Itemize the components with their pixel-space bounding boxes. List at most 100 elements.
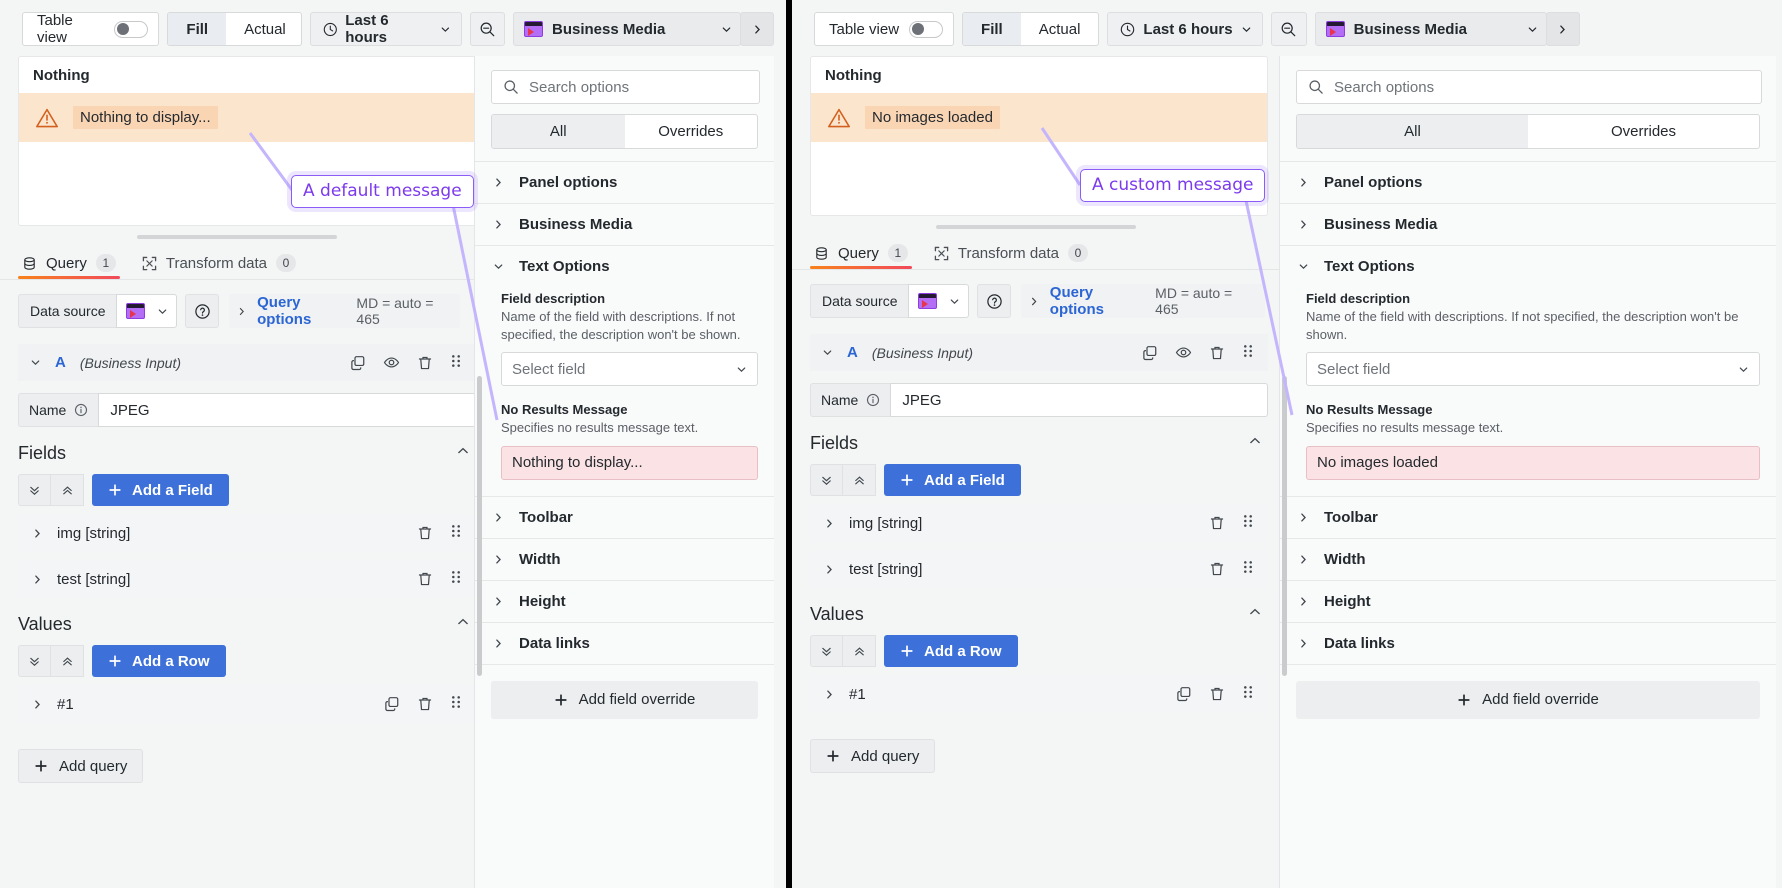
values-buttons: Add a Row [18,645,476,677]
panel-resizer[interactable] [792,216,1279,233]
fields-collapse-button[interactable] [456,444,476,463]
drag-handle-icon[interactable] [450,694,464,714]
data-source-help-button[interactable] [185,294,219,328]
options-scrollbar[interactable] [477,376,482,676]
time-range-picker[interactable]: Last 6 hours [310,12,462,46]
field-description-select[interactable]: Select field [501,352,758,386]
search-options-field[interactable]: Search options [491,70,760,104]
values-expand-all-button[interactable] [18,645,51,677]
trash-icon[interactable] [417,355,433,371]
add-a-field-button[interactable]: Add a Field [92,474,229,506]
table-view-toggle[interactable]: Table view [22,12,159,46]
add-query-button[interactable]: Add query [810,739,935,773]
values-collapse-button[interactable] [456,615,476,634]
data-source-select[interactable] [116,294,177,328]
duplicate-icon[interactable] [384,696,400,712]
fields-collapse-all-button[interactable] [51,474,84,506]
query-name-input[interactable] [890,383,1268,417]
chevron-up-icon [1248,605,1262,619]
fill-button[interactable]: Fill [168,13,226,45]
no-results-message-input[interactable]: No images loaded [1306,446,1760,480]
panel-resizer[interactable] [0,226,474,243]
fields-collapse-all-button[interactable] [843,464,876,496]
fill-actual-segment[interactable]: Fill Actual [167,12,301,46]
zoom-out-button[interactable] [470,12,505,46]
chevron-right-icon [824,689,835,700]
duplicate-icon[interactable] [1142,345,1158,361]
query-editor-header[interactable]: A (Business Input) [810,334,1268,371]
eye-icon[interactable] [383,354,400,371]
viz-picker-next-button[interactable] [1546,12,1580,46]
tab-query[interactable]: Query 1 [814,244,908,269]
drag-handle-icon[interactable] [450,523,464,543]
tab-query[interactable]: Query 1 [22,254,116,279]
field-description-select[interactable]: Select field [1306,352,1760,386]
viz-picker[interactable]: Business Media [513,12,741,46]
values-collapse-all-button[interactable] [51,645,84,677]
fields-expand-all-button[interactable] [18,474,51,506]
table-row[interactable]: test [string] [810,550,1268,588]
duplicate-icon[interactable] [350,355,366,371]
add-a-field-button[interactable]: Add a Field [884,464,1021,496]
table-view-toggle[interactable]: Table view [814,12,954,46]
values-collapse-all-button[interactable] [843,635,876,667]
query-name-input[interactable] [98,393,476,427]
options-scrollbar[interactable] [1282,376,1287,676]
fill-button[interactable]: Fill [963,13,1021,45]
trash-icon[interactable] [1209,686,1225,702]
tab-all[interactable]: All [1297,115,1528,148]
add-field-override-button[interactable]: Add field override [1296,681,1760,719]
table-row[interactable]: #1 [18,685,476,723]
table-row[interactable]: img [string] [18,514,476,552]
drag-handle-icon[interactable] [1242,343,1256,362]
tab-transform-data[interactable]: Transform data 0 [142,254,296,279]
zoom-out-button[interactable] [1271,12,1307,46]
fields-expand-all-button[interactable] [810,464,843,496]
actual-button[interactable]: Actual [226,13,302,45]
table-row[interactable]: test [string] [18,560,476,598]
add-query-button[interactable]: Add query [18,749,143,783]
tab-transform-data[interactable]: Transform data 0 [934,244,1088,269]
trash-icon[interactable] [417,696,433,712]
fields-section-header: Fields [18,443,476,464]
query-editor-header[interactable]: A (Business Input) [18,344,476,381]
trash-icon[interactable] [1209,515,1225,531]
duplicate-icon[interactable] [1176,686,1192,702]
field-description-desc: Name of the field with descriptions. If … [501,308,758,343]
no-results-message-input[interactable]: Nothing to display... [501,446,758,480]
values-expand-all-button[interactable] [810,635,843,667]
table-row[interactable]: #1 [810,675,1268,713]
viz-picker-next-button[interactable] [740,12,774,46]
drag-handle-icon[interactable] [450,569,464,589]
drag-handle-icon[interactable] [1242,684,1256,704]
add-a-row-button[interactable]: Add a Row [92,645,226,677]
tab-overrides[interactable]: Overrides [1528,115,1759,148]
trash-icon[interactable] [1209,561,1225,577]
fields-collapse-button[interactable] [1248,434,1268,453]
time-range-picker[interactable]: Last 6 hours [1107,12,1262,46]
toggle-switch[interactable] [909,21,943,38]
eye-icon[interactable] [1175,344,1192,361]
query-options[interactable]: Query options MD = auto = 465 [229,294,460,328]
search-options-field[interactable]: Search options [1296,70,1762,104]
data-source-select[interactable] [908,284,969,318]
drag-handle-icon[interactable] [1242,559,1256,579]
tab-overrides[interactable]: Overrides [625,115,758,148]
viz-picker[interactable]: Business Media [1315,12,1547,46]
trash-icon[interactable] [1209,345,1225,361]
add-field-override-button[interactable]: Add field override [491,681,758,719]
drag-handle-icon[interactable] [1242,513,1256,533]
trash-icon[interactable] [417,571,433,587]
toggle-switch[interactable] [114,21,148,38]
drag-handle-icon[interactable] [450,353,464,372]
values-collapse-button[interactable] [1248,605,1268,624]
actual-button[interactable]: Actual [1021,13,1099,45]
table-row[interactable]: img [string] [810,504,1268,542]
add-a-row-button[interactable]: Add a Row [884,635,1018,667]
fill-actual-segment[interactable]: Fill Actual [962,12,1099,46]
tab-all[interactable]: All [492,115,625,148]
trash-icon[interactable] [417,525,433,541]
database-icon [22,256,37,271]
data-source-help-button[interactable] [977,284,1011,318]
query-options[interactable]: Query options MD = auto = 465 [1021,284,1265,318]
